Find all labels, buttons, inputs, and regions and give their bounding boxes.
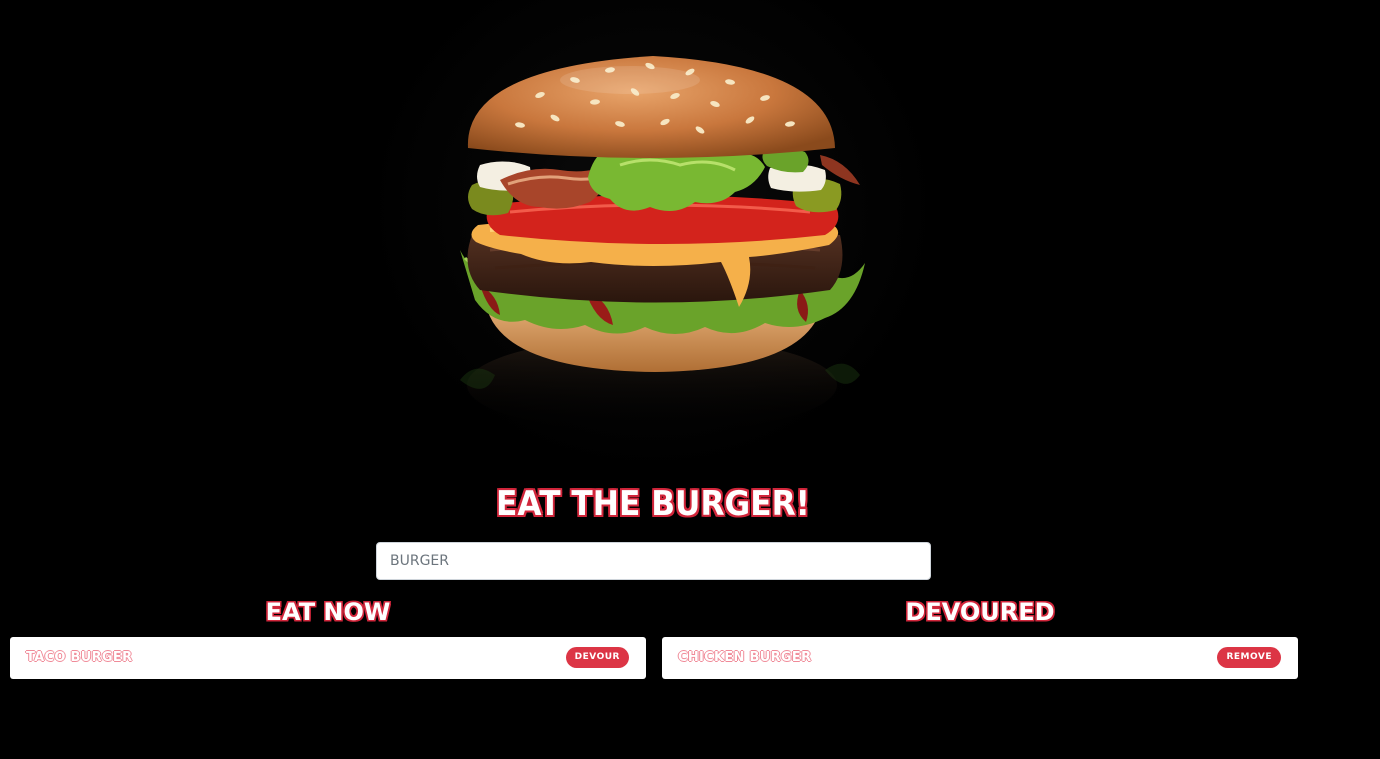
eat-now-list-item: TACO BURGER DEVOUR (10, 637, 646, 679)
page-title: EAT THE BURGER! (496, 484, 810, 524)
burger-name: TACO BURGER (26, 650, 133, 665)
devour-button[interactable]: DEVOUR (565, 647, 629, 668)
eat-now-heading: EAT NOW (265, 598, 391, 626)
page: EAT THE BURGER! EAT NOW DEVOURED TACO BU… (0, 0, 1380, 759)
burger-name: CHICKEN BURGER (678, 650, 812, 665)
devoured-heading: DEVOURED (905, 598, 1055, 626)
remove-button[interactable]: REMOVE (1217, 647, 1281, 668)
burger-illustration (460, 56, 865, 433)
burger-name-input[interactable] (376, 542, 931, 580)
burger-form (376, 542, 931, 580)
devoured-list-item: CHICKEN BURGER REMOVE (662, 637, 1298, 679)
burger-image (380, 0, 925, 460)
